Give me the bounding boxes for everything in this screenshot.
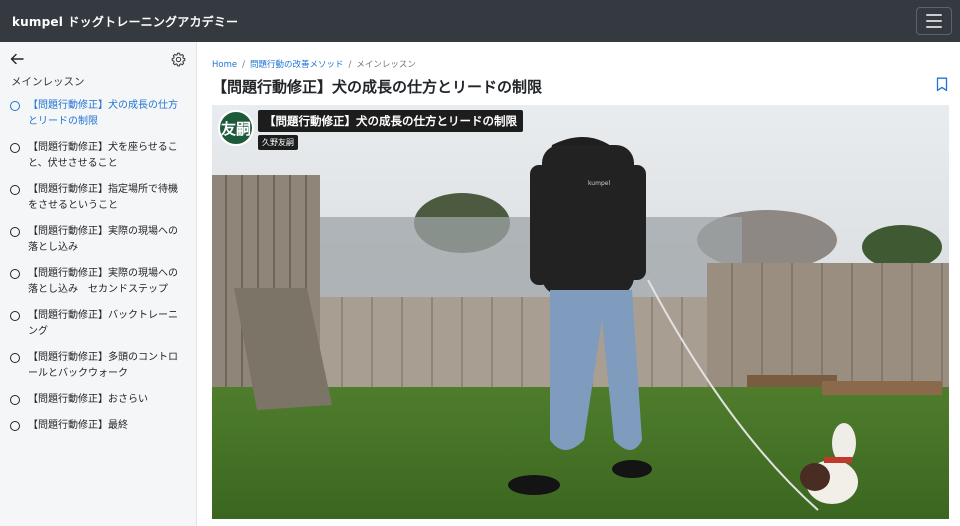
video-frame: kumpel (212, 105, 949, 519)
radio-icon[interactable] (10, 395, 20, 405)
radio-icon[interactable] (10, 421, 20, 431)
hoodie-logo: kumpel (588, 180, 610, 187)
hamburger-icon[interactable] (916, 7, 952, 35)
breadcrumb-separator: / (242, 60, 245, 70)
lesson-label: 【問題行動修正】犬の成長の仕方とリードの制限 (28, 100, 178, 127)
breadcrumb-category-link[interactable]: 問題行動の改善メソッド (250, 60, 344, 70)
lesson-item[interactable]: 【問題行動修正】最終 (10, 418, 186, 434)
lesson-item[interactable]: 【問題行動修正】多頭のコントロールとバックウォーク (10, 350, 186, 382)
video-player[interactable]: kumpel 友嗣 【問題行動修正】犬の成長の仕方とリードの制限 久野友嗣 (212, 105, 949, 519)
page-title: 【問題行動修正】犬の成長の仕方とリードの制限 (212, 78, 543, 96)
radio-icon[interactable] (10, 143, 20, 153)
main-content: Home / 問題行動の改善メソッド / メインレッスン 【問題行動修正】犬の成長の仕方… (197, 42, 960, 526)
lesson-label: 【問題行動修正】おさらい (28, 394, 148, 405)
radio-icon[interactable] (10, 269, 20, 279)
gear-icon[interactable] (171, 52, 186, 67)
radio-icon[interactable] (10, 227, 20, 237)
sidebar: メインレッスン 【問題行動修正】犬の成長の仕方とリードの制限 【問題行動修正】犬… (0, 42, 197, 526)
video-channel-name[interactable]: 久野友嗣 (258, 135, 298, 150)
arrow-left-icon[interactable] (10, 52, 24, 66)
lesson-item[interactable]: 【問題行動修正】犬の成長の仕方とリードの制限 (10, 98, 186, 130)
lesson-item[interactable]: 【問題行動修正】バックトレーニング (10, 308, 186, 340)
bookmark-icon[interactable] (936, 77, 948, 92)
breadcrumb: Home / 問題行動の改善メソッド / メインレッスン (212, 58, 416, 70)
sidebar-title: メインレッスン (11, 76, 85, 88)
brand-name[interactable]: kumpel ドッグトレーニングアカデミー (12, 13, 238, 30)
lesson-label: 【問題行動修正】犬を座らせること、伏せさせること (28, 142, 178, 169)
lesson-label: 【問題行動修正】実際の現場への落とし込み (28, 226, 178, 253)
lesson-item[interactable]: 【問題行動修正】実際の現場への落とし込み セカンドステップ (10, 266, 186, 298)
lesson-item[interactable]: 【問題行動修正】実際の現場への落とし込み (10, 224, 186, 256)
lesson-item[interactable]: 【問題行動修正】犬を座らせること、伏せさせること (10, 140, 186, 172)
breadcrumb-current: メインレッスン (356, 60, 416, 70)
lesson-list: 【問題行動修正】犬の成長の仕方とリードの制限 【問題行動修正】犬を座らせること、… (0, 98, 196, 434)
lesson-item[interactable]: 【問題行動修正】指定場所で待機をさせるということ (10, 182, 186, 214)
video-title[interactable]: 【問題行動修正】犬の成長の仕方とリードの制限 (258, 110, 523, 132)
radio-icon[interactable] (10, 353, 20, 363)
lesson-item[interactable]: 【問題行動修正】おさらい (10, 392, 186, 408)
lesson-label: 【問題行動修正】指定場所で待機をさせるということ (28, 184, 178, 211)
lesson-label: 【問題行動修正】バックトレーニング (28, 310, 178, 337)
breadcrumb-separator: / (348, 60, 352, 70)
lesson-label: 【問題行動修正】最終 (28, 420, 128, 431)
radio-icon[interactable] (10, 311, 20, 321)
lesson-label: 【問題行動修正】多頭のコントロールとバックウォーク (28, 352, 178, 379)
channel-avatar[interactable]: 友嗣 (218, 110, 254, 146)
top-navbar: kumpel ドッグトレーニングアカデミー (0, 0, 960, 42)
breadcrumb-home-link[interactable]: Home (212, 60, 237, 70)
radio-icon[interactable] (10, 185, 20, 195)
radio-icon[interactable] (10, 101, 20, 111)
lesson-label: 【問題行動修正】実際の現場への落とし込み セカンドステップ (28, 268, 178, 295)
